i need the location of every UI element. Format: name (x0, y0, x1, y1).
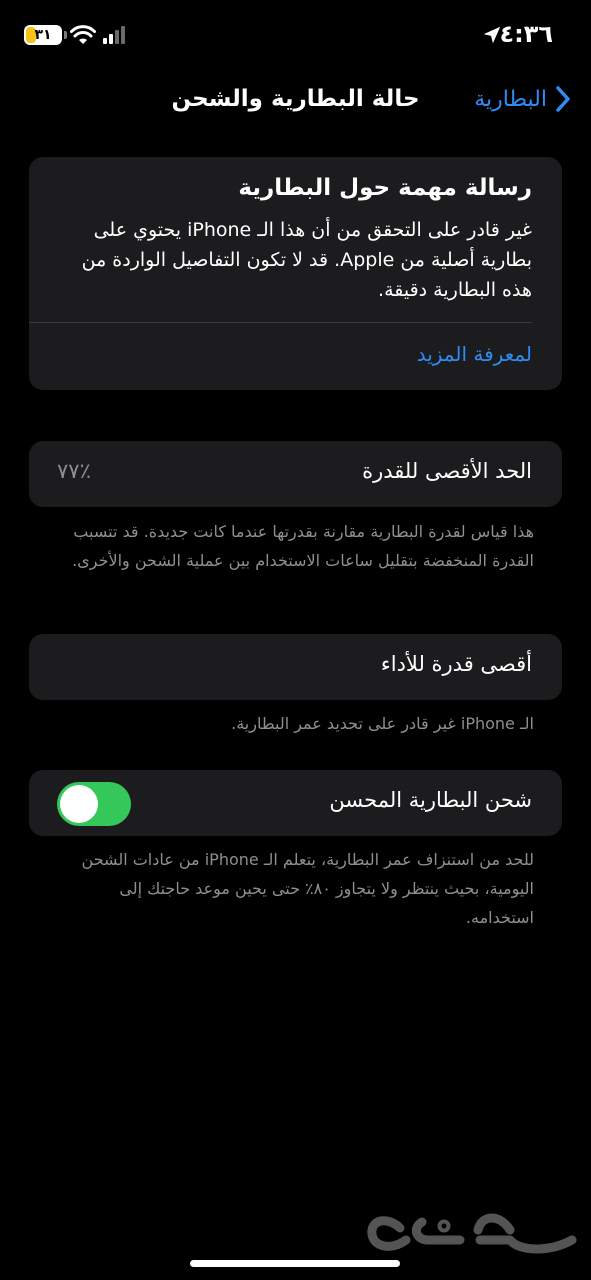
optimized-charging-row: شحن البطارية المحسن (29, 770, 562, 836)
cellular-signal-icon (103, 26, 129, 44)
navigation-bar: حالة البطارية والشحن البطارية (0, 80, 591, 120)
max-capacity-footnote: هذا قياس لقدرة البطارية مقارنة بقدرتها ع… (72, 522, 534, 570)
peak-performance-footnote: الـ iPhone غير قادر على تحديد عمر البطار… (231, 714, 534, 733)
back-button[interactable]: البطارية (474, 84, 573, 114)
max-capacity-row: الحد الأقصى للقدرة ٪٧٧ (29, 441, 562, 507)
message-body: غير قادر على التحقق من أن هذا الـ iPhone… (81, 219, 532, 301)
learn-more-link[interactable]: لمعرفة المزيد (417, 342, 532, 366)
location-arrow-icon (483, 26, 501, 44)
status-time: ٤:٣٦ (499, 20, 553, 48)
max-capacity-label: الحد الأقصى للقدرة (362, 459, 532, 483)
peak-performance-row: أقصى قدرة للأداء (29, 634, 562, 700)
wifi-icon (70, 25, 96, 44)
divider (29, 322, 532, 323)
home-indicator (190, 1260, 400, 1267)
battery-message-card: رسالة مهمة حول البطارية غير قادر على الت… (29, 157, 562, 390)
battery-level: ٣١ (34, 27, 52, 43)
chevron-right-icon (556, 86, 570, 112)
haraj-watermark-logo (367, 1213, 577, 1254)
battery-icon: ٣١ (24, 25, 67, 45)
back-button-label: البطارية (474, 86, 547, 112)
max-capacity-value: ٪٧٧ (57, 459, 91, 483)
optimized-charging-toggle[interactable] (57, 782, 131, 826)
toggle-knob (60, 785, 98, 823)
optimized-charging-label: شحن البطارية المحسن (329, 788, 532, 812)
peak-performance-label: أقصى قدرة للأداء (380, 652, 532, 676)
status-bar: ٤:٣٦ ٣١ (0, 0, 591, 72)
optimized-charging-footnote: للحد من استنزاف عمر البطارية، يتعلم الـ … (81, 850, 534, 927)
message-title: رسالة مهمة حول البطارية (238, 175, 532, 201)
